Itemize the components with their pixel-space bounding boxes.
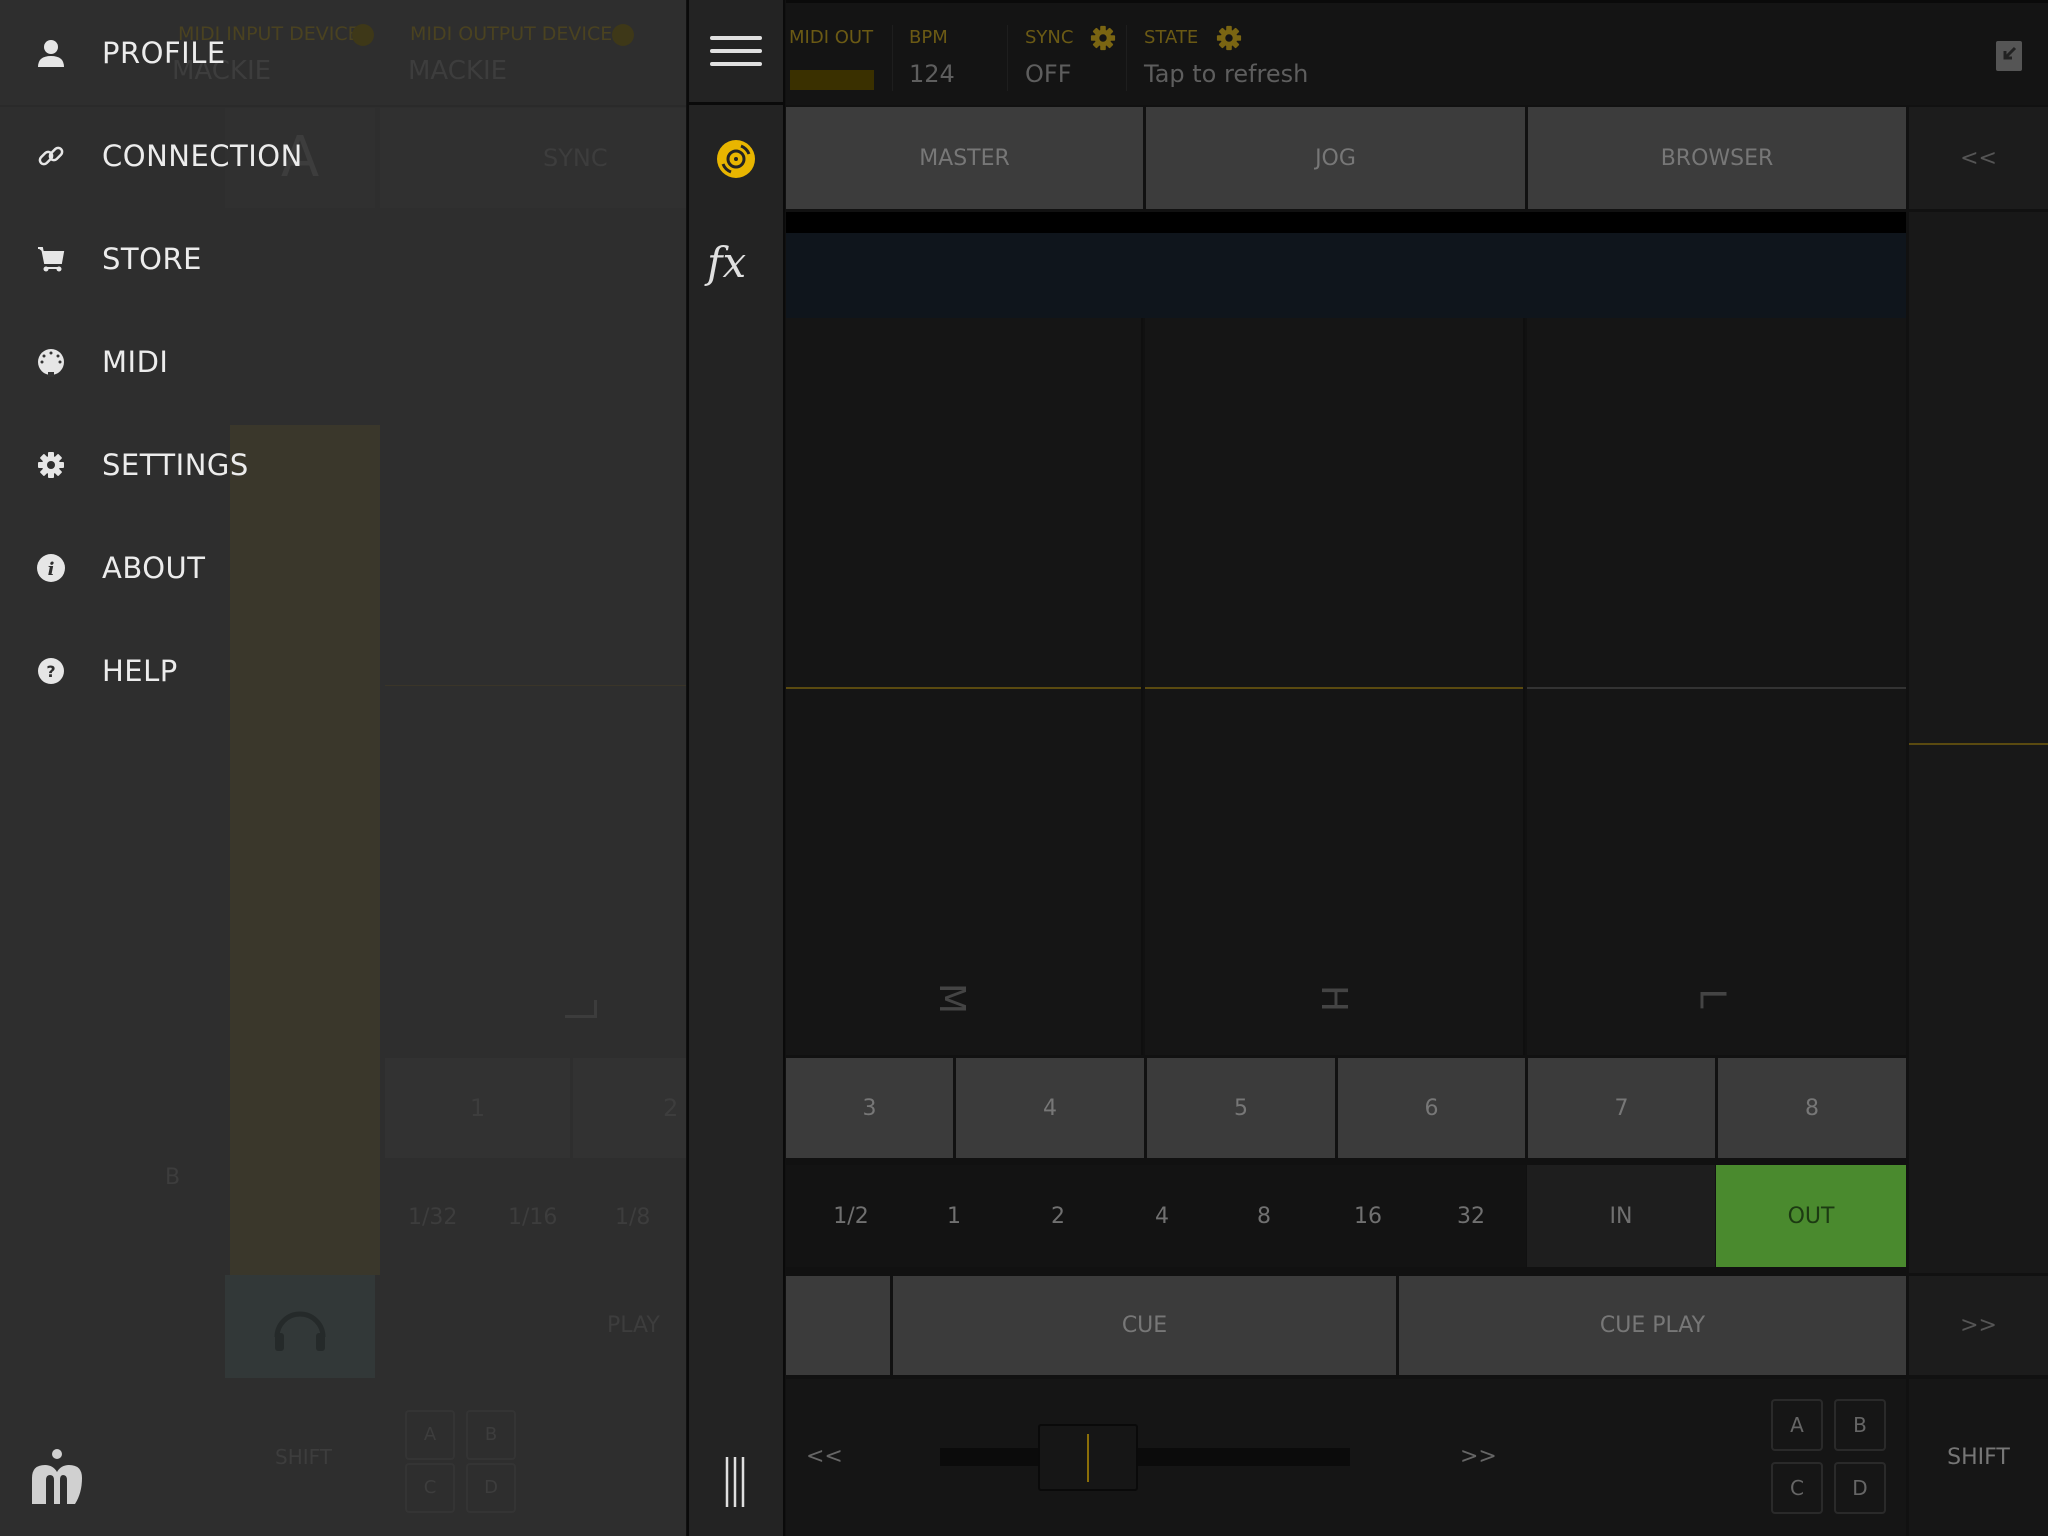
hotcue-pad[interactable]: 3: [786, 1058, 953, 1158]
mixer-button[interactable]: [721, 1455, 751, 1509]
crossfader-indicator: [1087, 1434, 1089, 1482]
menu-icon: [710, 36, 762, 66]
waveform-header: [786, 212, 1906, 233]
sync-value: OFF: [1025, 60, 1072, 88]
hotcue-pad[interactable]: 8: [1718, 1058, 1906, 1158]
midi-out-indicator: [790, 70, 874, 90]
abcd-button-d[interactable]: D: [1834, 1462, 1886, 1514]
crossfader-track[interactable]: [940, 1448, 1350, 1466]
help-icon: ?: [30, 650, 72, 692]
cue-play-button[interactable]: CUE PLAY: [1399, 1276, 1906, 1375]
menu-item-profile[interactable]: PROFILE: [30, 18, 450, 88]
eq-knob-mid[interactable]: M: [786, 318, 1143, 1055]
bpm-value: 124: [909, 60, 955, 88]
state-settings-button[interactable]: [1216, 25, 1242, 55]
sync-label: SYNC: [1025, 27, 1074, 48]
menu-label: SETTINGS: [102, 448, 249, 482]
midi-connector-icon: [30, 341, 72, 383]
abcd-button-a[interactable]: A: [1771, 1399, 1823, 1451]
cue-extra-button[interactable]: [786, 1276, 890, 1375]
abcd-button-b[interactable]: B: [1834, 1399, 1886, 1451]
loop-size-button[interactable]: 32: [1419, 1165, 1523, 1267]
hotcue-pad[interactable]: 4: [956, 1058, 1144, 1158]
link-icon: [30, 135, 72, 177]
gear-icon: [30, 444, 72, 486]
hotcue-pad[interactable]: 5: [1147, 1058, 1335, 1158]
tab-jog[interactable]: JOG: [1146, 107, 1525, 209]
loop-size-button[interactable]: 1: [902, 1165, 1006, 1267]
status-bar: MIDI OUT BPM 124 SYNC OFF STATE Tap to r…: [786, 0, 2048, 105]
sync-settings-button[interactable]: [1090, 25, 1116, 55]
gear-icon: [1090, 25, 1116, 51]
collapse-arrow-icon: [2003, 46, 2017, 60]
pitch-bend-up-button[interactable]: >>: [1460, 1444, 1497, 1469]
eq-level-line: [1145, 687, 1523, 689]
app-logo: [20, 1448, 90, 1508]
waveform-display[interactable]: [786, 233, 1906, 318]
menu-item-store[interactable]: STORE: [30, 224, 450, 294]
svg-text:i: i: [48, 559, 55, 580]
menu-item-about[interactable]: i ABOUT: [30, 533, 450, 603]
menu-label: STORE: [102, 242, 202, 276]
mixer-icon: [725, 1457, 745, 1507]
menu-button[interactable]: [689, 0, 783, 105]
state-refresh[interactable]: Tap to refresh: [1144, 60, 1308, 88]
eq-knob-low[interactable]: L: [1527, 318, 1906, 1055]
eq-level-line: [786, 687, 1141, 689]
menu-label: ABOUT: [102, 551, 206, 585]
pitch-bend-down-button[interactable]: <<: [806, 1444, 843, 1469]
navigation-drawer: PROFILE CONNECTION STORE MIDI SETTINGS i…: [0, 0, 686, 1536]
person-icon: [30, 32, 72, 74]
menu-label: MIDI: [102, 345, 169, 379]
tab-master[interactable]: MASTER: [786, 107, 1143, 209]
menu-label: CONNECTION: [102, 139, 303, 173]
bpm-label: BPM: [909, 27, 948, 48]
eq-band-label: H: [1313, 984, 1355, 1013]
menu-label: PROFILE: [102, 36, 226, 70]
cue-button[interactable]: CUE: [893, 1276, 1396, 1375]
menu-item-help[interactable]: ? HELP: [30, 636, 450, 706]
next-page-button[interactable]: >>: [1909, 1276, 2048, 1375]
menu-item-connection[interactable]: CONNECTION: [30, 121, 450, 191]
svg-text:?: ?: [46, 662, 55, 681]
prev-page-button[interactable]: <<: [1909, 107, 2048, 209]
loop-out-button[interactable]: OUT: [1716, 1165, 1906, 1267]
fx-icon: fx: [707, 238, 747, 287]
gear-icon: [1216, 25, 1242, 51]
menu-item-midi[interactable]: MIDI: [30, 327, 450, 397]
loop-size-button[interactable]: 4: [1110, 1165, 1214, 1267]
divider: [892, 25, 893, 91]
menu-item-settings[interactable]: SETTINGS: [30, 430, 450, 500]
right-fader-level: [1909, 743, 2048, 745]
eq-band-label: L: [1691, 988, 1733, 1009]
midi-out-label: MIDI OUT: [789, 27, 874, 48]
fx-button[interactable]: fx: [707, 238, 765, 288]
info-icon: i: [30, 547, 72, 589]
loop-in-button[interactable]: IN: [1527, 1165, 1715, 1267]
tab-browser[interactable]: BROWSER: [1528, 107, 1906, 209]
divider: [1007, 25, 1008, 91]
deck-icon: [717, 140, 755, 178]
eq-knob-high[interactable]: H: [1145, 318, 1525, 1055]
minimize-button[interactable]: [1996, 41, 2022, 71]
icon-rail: fx: [687, 0, 785, 1536]
deck-button[interactable]: [716, 139, 756, 179]
eq-level-line: [1527, 687, 1906, 689]
cart-icon: [30, 238, 72, 280]
menu-label: HELP: [102, 654, 178, 688]
hotcue-pad[interactable]: 7: [1528, 1058, 1715, 1158]
loop-size-button[interactable]: 2: [1006, 1165, 1110, 1267]
crossfader-handle[interactable]: [1038, 1424, 1138, 1491]
shift-button[interactable]: SHIFT: [1909, 1379, 2048, 1536]
eq-band-label: M: [931, 982, 973, 1015]
divider: [1126, 25, 1127, 91]
loop-size-button[interactable]: 8: [1212, 1165, 1316, 1267]
state-label: STATE: [1144, 27, 1199, 48]
loop-size-button[interactable]: 16: [1316, 1165, 1420, 1267]
hotcue-pad[interactable]: 6: [1338, 1058, 1525, 1158]
loop-size-button[interactable]: 1/2: [786, 1165, 916, 1267]
abcd-button-c[interactable]: C: [1771, 1462, 1823, 1514]
